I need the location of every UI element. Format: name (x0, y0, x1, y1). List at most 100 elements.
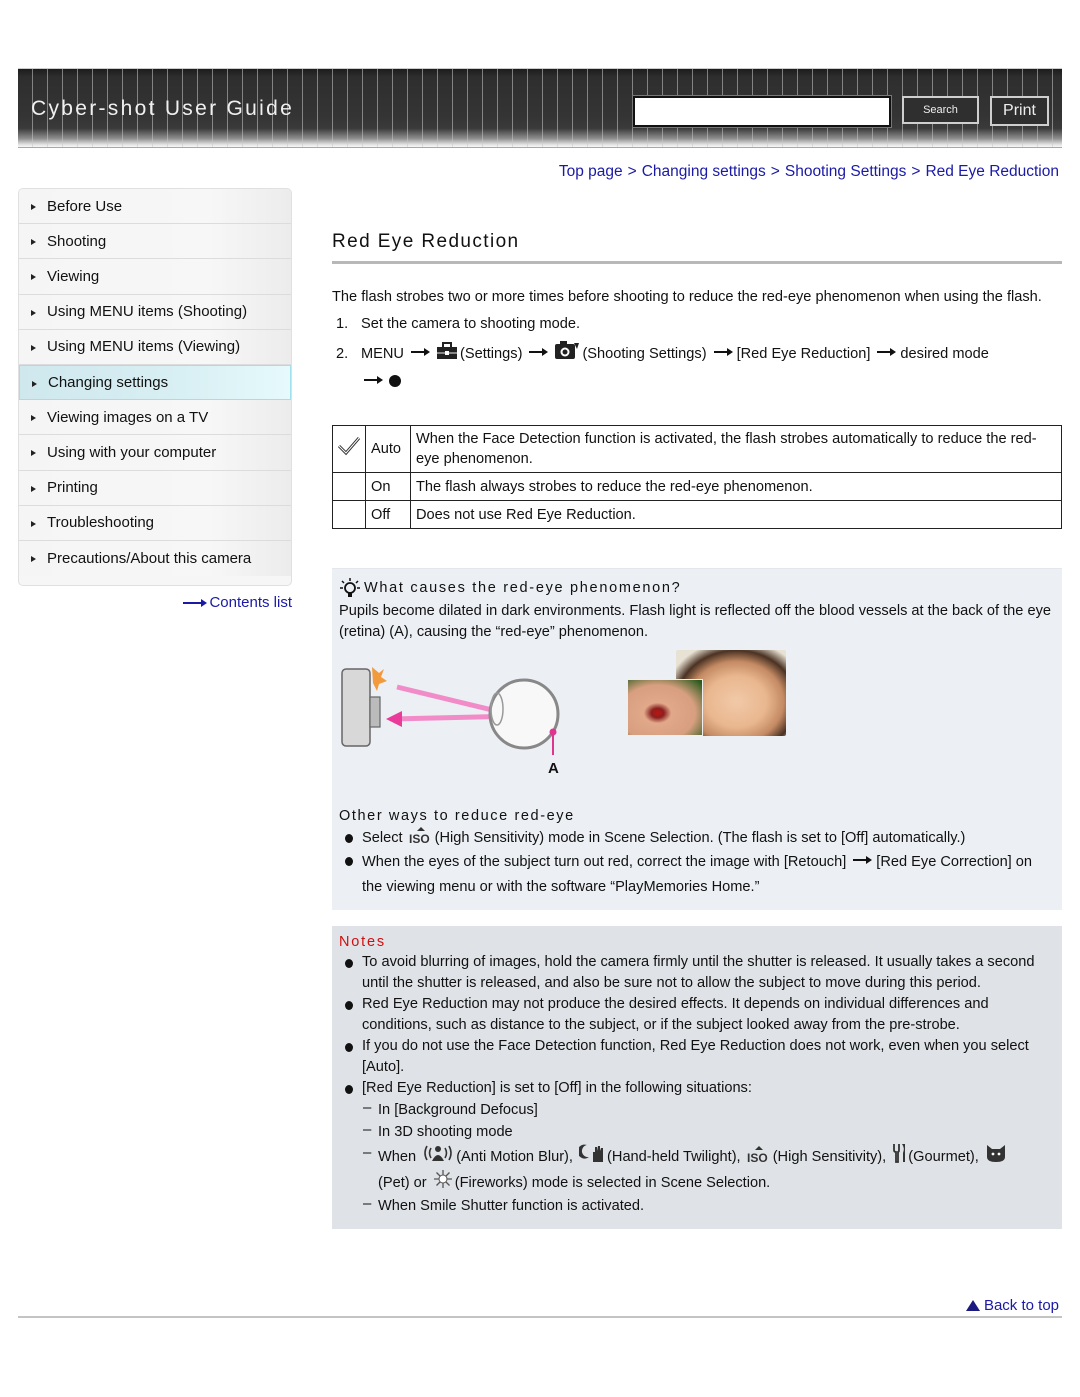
sidebar-item-label: Troubleshooting (47, 514, 155, 532)
camera-shooting-settings-icon (555, 341, 580, 359)
breadcrumb: Top page > Changing settings > Shooting Sett… (559, 163, 1059, 181)
list-item: To avoid blurring of images, hold the ca… (339, 952, 1054, 994)
sidebar-item-precautions[interactable]: Precautions/About this camera (19, 540, 291, 577)
search-button[interactable]: Search (902, 96, 979, 124)
search-input[interactable] (632, 95, 892, 128)
notes-list: To avoid blurring of images, hold the ca… (339, 952, 1054, 1217)
breadcrumb-changing-settings[interactable]: Changing settings (642, 163, 766, 180)
main-content: Red Eye Reduction The flash strobes two … (332, 226, 1062, 1229)
sidebar-item-computer[interactable]: Using with your computer (19, 435, 291, 471)
sidebar-item-troubleshooting[interactable]: Troubleshooting (19, 505, 291, 541)
step-1: 1. Set the camera to shooting mode. (332, 314, 1062, 335)
sidebar-item-changing-settings[interactable]: Changing settings (19, 364, 291, 401)
triangle-right-icon (31, 556, 36, 563)
sidebar-item-label: Using MENU items (Shooting) (47, 303, 248, 321)
mode-name: Off (365, 500, 411, 529)
default-mode-cell (332, 472, 366, 501)
triangle-right-icon (31, 204, 36, 211)
list-item-text: Select (362, 830, 403, 846)
back-to-top-link[interactable]: Back to top (965, 1297, 1059, 1314)
other-ways-list: Select ISO (High Sensitivity) mode in Sce… (339, 827, 1054, 900)
page-title: Red Eye Reduction (332, 231, 520, 252)
red-eye-closeup-photo (627, 679, 703, 736)
sub-list-item: In [Background Defocus] (339, 1097, 1054, 1121)
triangle-right-icon (31, 415, 36, 422)
sidebar-item-menu-viewing[interactable]: Using MENU items (Viewing) (19, 329, 291, 365)
list-item-text: When the eyes of the subject turn out re… (362, 854, 847, 870)
iso-high-sensitivity-icon: ISO (409, 827, 429, 844)
sidebar-item-printing[interactable]: Printing (19, 470, 291, 506)
triangle-right-icon (31, 309, 36, 316)
pet-cat-icon (986, 1145, 1005, 1162)
triangle-right-icon (31, 344, 36, 351)
table-row: On The flash always strobes to reduce th… (332, 472, 1062, 501)
list-item-text: (Gourmet), (908, 1149, 979, 1165)
sub-list-item: In 3D shooting mode (339, 1119, 1054, 1143)
table-row: Auto When the Face Detection function is… (332, 425, 1062, 473)
arrow-right-icon (183, 598, 208, 607)
lightbulb-hint-icon (340, 578, 360, 597)
mode-name: Auto (365, 425, 411, 473)
sidebar-item-viewing[interactable]: Viewing (19, 259, 291, 295)
sidebar-item-label: Precautions/About this camera (47, 549, 252, 567)
iso-high-sensitivity-icon: ISO (747, 1146, 768, 1163)
sidebar-item-shooting[interactable]: Shooting (19, 224, 291, 260)
hint-title: What causes the red-eye phenomenon? (339, 577, 1054, 599)
notes-title: Notes (339, 934, 386, 950)
sidebar-item-viewing-tv[interactable]: Viewing images on a TV (19, 400, 291, 436)
list-item-text: When (378, 1149, 417, 1165)
list-item: [Red Eye Reduction] is set to [Off] in t… (339, 1078, 1054, 1099)
sub-list-item: When Smile Shutter function is activated… (339, 1193, 1054, 1217)
sidebar-item-label: Viewing (47, 267, 100, 285)
eye-reflection-diagram: A (341, 667, 560, 777)
menu-label: MENU (361, 346, 404, 362)
breadcrumb-shooting-settings[interactable]: Shooting Settings (785, 163, 907, 180)
step-text: Set the camera to shooting mode. (361, 316, 581, 332)
svg-text:ISO: ISO (747, 1151, 768, 1163)
sidebar-item-label: Printing (47, 479, 98, 497)
breadcrumb-separator: > (627, 163, 637, 180)
table-row: Off Does not use Red Eye Reduction. (332, 500, 1062, 529)
mode-table: Auto When the Face Detection function is… (332, 425, 1062, 529)
sidebar-item-label: Viewing images on a TV (47, 408, 209, 426)
default-mode-cell (332, 500, 366, 529)
arrow-right-icon (853, 856, 873, 865)
triangle-right-icon (32, 380, 37, 387)
sidebar-item-menu-shooting[interactable]: Using MENU items (Shooting) (19, 294, 291, 330)
triangle-up-icon (965, 1300, 980, 1311)
shooting-settings-label: (Shooting Settings) (582, 346, 707, 362)
red-eye-illustration: A (339, 650, 1054, 802)
triangle-right-icon (31, 450, 36, 457)
arrow-right-icon (877, 348, 897, 357)
hint-title-text: What causes the red-eye phenomenon? (364, 580, 682, 596)
checkmark-icon (337, 437, 361, 456)
sidebar-item-label: Using with your computer (47, 443, 217, 461)
back-to-top-label: Back to top (983, 1297, 1059, 1314)
hint-box: What causes the red-eye phenomenon? Pupi… (332, 568, 1062, 910)
arrow-right-icon (529, 348, 549, 357)
sidebar-item-before-use[interactable]: Before Use (19, 189, 291, 225)
arrow-right-icon (713, 348, 733, 357)
breadcrumb-top-page[interactable]: Top page (559, 163, 623, 180)
mode-description: The flash always strobes to reduce the r… (410, 472, 1062, 501)
triangle-right-icon (31, 274, 36, 281)
print-button[interactable]: Print (990, 96, 1049, 126)
guide-title: Cyber-shot User Guide (31, 97, 295, 120)
intro-text: The flash strobes two or more times befo… (332, 289, 1042, 305)
breadcrumb-separator: > (911, 163, 921, 180)
hint-text: Pupils become dilated in dark environmen… (339, 603, 1051, 640)
contents-list-link[interactable]: Contents list (183, 594, 292, 611)
gourmet-icon (893, 1144, 906, 1163)
arrow-right-icon (410, 348, 430, 357)
breadcrumb-red-eye-reduction[interactable]: Red Eye Reduction (925, 163, 1059, 180)
list-item-text: (Anti Motion Blur), (456, 1149, 573, 1165)
mode-description: Does not use Red Eye Reduction. (410, 500, 1062, 529)
header-banner: Cyber-shot User Guide Search Print (18, 68, 1062, 148)
list-item: Select ISO (High Sensitivity) mode in Sce… (339, 827, 1054, 850)
sidebar-item-label: Using MENU items (Viewing) (47, 338, 241, 356)
sub-list-item: When (Anti Motion Blur), (Hand-held Twil… (339, 1141, 1054, 1195)
sidebar-item-label: Changing settings (48, 374, 169, 392)
desired-mode-label: desired mode (900, 346, 989, 362)
contents-list-label: Contents list (209, 594, 292, 611)
step-number: 2. (336, 346, 349, 362)
